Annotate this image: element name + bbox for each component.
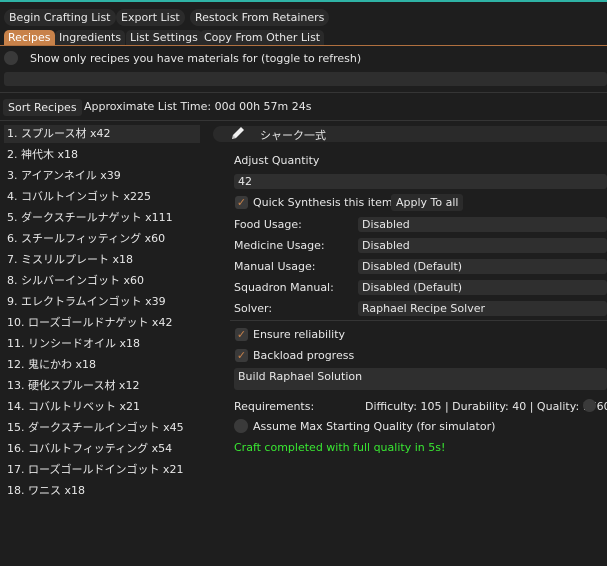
divider <box>0 120 607 121</box>
requirements-value: Difficulty: 105 | Durability: 40 | Quali… <box>365 400 607 413</box>
manual-usage-label: Manual Usage: <box>234 260 316 273</box>
assume-max-quality-label: Assume Max Starting Quality (for simulat… <box>253 420 496 433</box>
list-item[interactable]: 10. ローズゴールドナゲット x42 <box>4 314 200 332</box>
list-item[interactable]: 9. エレクトラムインゴット x39 <box>4 293 200 311</box>
ensure-reliability-label: Ensure reliability <box>253 328 346 341</box>
quick-synthesis-checkbox[interactable]: ✓ <box>235 196 248 209</box>
begin-crafting-button[interactable]: Begin Crafting List <box>4 9 116 26</box>
backload-progress-checkbox[interactable]: ✓ <box>235 349 248 362</box>
list-item[interactable]: 2. 神代木 x18 <box>4 146 200 164</box>
build-solution-button[interactable]: Build Raphael Solution <box>234 368 607 390</box>
craft-status-text: Craft completed with full quality in 5s! <box>234 441 446 454</box>
info-icon[interactable] <box>583 399 596 412</box>
ensure-reliability-checkbox[interactable]: ✓ <box>235 328 248 341</box>
food-usage-select[interactable]: Disabled <box>358 217 607 232</box>
list-item[interactable]: 7. ミスリルプレート x18 <box>4 251 200 269</box>
checkmark-icon: ✓ <box>236 196 247 209</box>
tab-list-settings[interactable]: List Settings <box>126 30 202 45</box>
tab-recipes[interactable]: Recipes <box>4 30 55 45</box>
assume-max-quality-toggle[interactable] <box>234 419 248 433</box>
backload-progress-label: Backload progress <box>253 349 355 362</box>
checkmark-icon: ✓ <box>236 349 247 362</box>
medicine-usage-label: Medicine Usage: <box>234 239 325 252</box>
list-item[interactable]: 18. ワニス x18 <box>4 482 200 500</box>
materials-toggle-label: Show only recipes you have materials for… <box>30 52 362 65</box>
list-item[interactable]: 15. ダークスチールインゴット x45 <box>4 419 200 437</box>
list-item[interactable]: 17. ローズゴールドインゴット x21 <box>4 461 200 479</box>
tab-ingredients[interactable]: Ingredients <box>55 30 126 45</box>
quick-synthesis-label: Quick Synthesis this item <box>253 196 393 209</box>
filter-input[interactable] <box>4 72 607 86</box>
quantity-input[interactable]: 42 <box>234 174 607 189</box>
divider <box>0 92 607 93</box>
list-item[interactable]: 1. スプルース材 x42 <box>4 125 200 143</box>
solver-select[interactable]: Raphael Recipe Solver <box>358 301 607 316</box>
solver-label: Solver: <box>234 302 273 315</box>
list-item[interactable]: 14. コバルトリベット x21 <box>4 398 200 416</box>
squadron-manual-label: Squadron Manual: <box>234 281 334 294</box>
food-usage-label: Food Usage: <box>234 218 302 231</box>
requirements-label: Requirements: <box>234 400 315 413</box>
list-item[interactable]: 12. 鬼にかわ x18 <box>4 356 200 374</box>
medicine-usage-select[interactable]: Disabled <box>358 238 607 253</box>
approx-list-time: Approximate List Time: 00d 00h 57m 24s <box>84 100 312 113</box>
checkmark-icon: ✓ <box>236 328 247 341</box>
tab-copy-from-other-list[interactable]: Copy From Other List <box>200 30 325 45</box>
pencil-icon[interactable] <box>230 125 246 144</box>
restock-button[interactable]: Restock From Retainers <box>190 9 330 26</box>
list-item[interactable]: 4. コバルトインゴット x225 <box>4 188 200 206</box>
export-list-button[interactable]: Export List <box>116 9 185 26</box>
list-item[interactable]: 11. リンシードオイル x18 <box>4 335 200 353</box>
manual-usage-select[interactable]: Disabled (Default) <box>358 259 607 274</box>
list-item[interactable]: 5. ダークスチールナゲット x111 <box>4 209 200 227</box>
divider <box>230 320 607 321</box>
list-item[interactable]: 16. コバルトフィッティング x54 <box>4 440 200 458</box>
list-item[interactable]: 8. シルバーインゴット x60 <box>4 272 200 290</box>
sort-recipes-button[interactable]: Sort Recipes <box>3 99 82 116</box>
list-item[interactable]: 3. アイアンネイル x39 <box>4 167 200 185</box>
tab-underline <box>0 45 607 46</box>
recipe-detail-name: シャーク一式 <box>260 129 326 142</box>
window-top-accent <box>0 0 607 2</box>
apply-to-all-button[interactable]: Apply To all <box>391 194 464 211</box>
squadron-manual-select[interactable]: Disabled (Default) <box>358 280 607 295</box>
materials-toggle[interactable] <box>4 51 18 65</box>
adjust-quantity-label: Adjust Quantity <box>234 154 320 167</box>
list-item[interactable]: 6. スチールフィッティング x60 <box>4 230 200 248</box>
list-item[interactable]: 13. 硬化スプルース材 x12 <box>4 377 200 395</box>
